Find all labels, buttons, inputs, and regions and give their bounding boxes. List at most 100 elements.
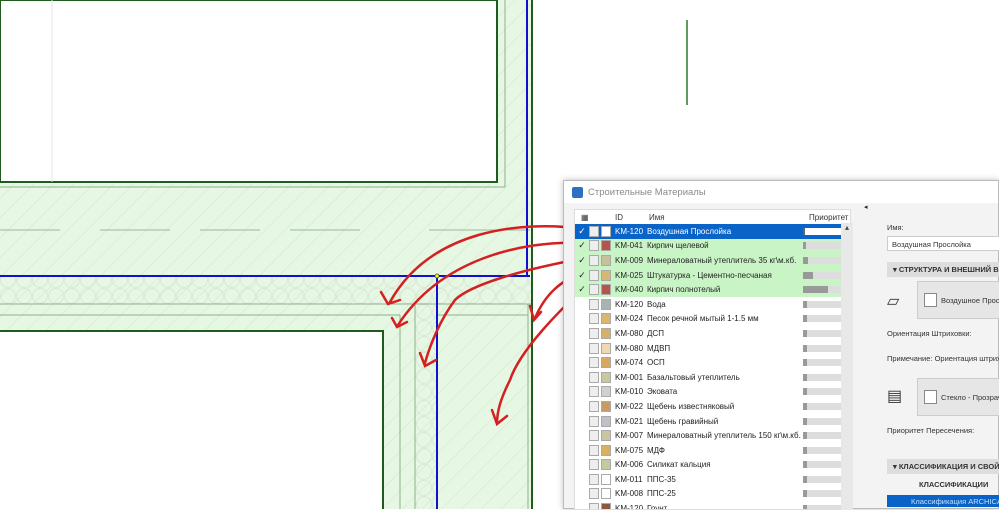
check-icon[interactable]: ✓ — [575, 255, 589, 266]
material-id: KM-075 — [615, 445, 644, 455]
priority-bar[interactable] — [803, 373, 843, 381]
priority-bar[interactable] — [803, 271, 843, 279]
priority-bar[interactable] — [803, 329, 843, 337]
priority-bar[interactable] — [803, 417, 843, 425]
material-name: МДВП — [647, 343, 671, 353]
material-row[interactable]: KM-080 МДВП — [575, 341, 850, 356]
material-row[interactable]: ✓ KM-025 Штукатурка - Цементно-песчаная — [575, 267, 850, 283]
material-name: Воздушная Прослойка — [647, 226, 732, 236]
material-row[interactable]: KM-074 ОСП — [575, 355, 850, 370]
priority-bar[interactable] — [803, 344, 843, 352]
column-priority[interactable]: Приоритет — [809, 213, 848, 222]
hatch-swatch — [589, 415, 599, 427]
color-swatch — [601, 459, 611, 471]
material-row[interactable]: KM-120 Вода — [575, 297, 850, 312]
surface-selector[interactable]: Стекло - Прозрачное — [917, 378, 999, 416]
color-swatch — [601, 240, 611, 252]
material-name: Вода — [647, 299, 666, 309]
material-name: ППС-35 — [647, 474, 676, 484]
color-swatch — [601, 269, 611, 281]
check-icon[interactable]: ✓ — [575, 270, 589, 281]
check-icon[interactable]: ✓ — [575, 284, 589, 295]
material-id: KM-080 — [615, 328, 644, 338]
priority-bar[interactable] — [803, 461, 843, 469]
priority-bar[interactable] — [803, 505, 843, 509]
material-id: KM-006 — [615, 460, 644, 470]
priority-bar[interactable] — [803, 315, 843, 323]
material-row[interactable]: KM-080 ДСП — [575, 326, 850, 341]
priority-bar[interactable] — [803, 402, 843, 410]
material-name: Грунт — [647, 504, 668, 510]
hatch-orientation-label: Ориентация Штриховки: — [887, 329, 972, 338]
material-id: KM-080 — [615, 343, 644, 353]
priority-bar[interactable] — [803, 446, 843, 454]
scroll-up-icon[interactable]: ▴ — [841, 223, 853, 232]
color-swatch — [601, 298, 611, 310]
archicad-logo-icon — [572, 186, 583, 198]
section-structure[interactable]: ▾ СТРУКТУРА И ВНЕШНИЙ ВИД — [887, 262, 999, 277]
hatch-swatch — [589, 459, 599, 471]
material-row[interactable]: KM-008 ППС-25 — [575, 487, 850, 502]
hatch-column-icon[interactable]: ▦ — [575, 213, 615, 222]
color-swatch — [601, 327, 611, 339]
material-id: KM-024 — [615, 314, 644, 324]
material-row[interactable]: ✓ KM-040 Кирпич полнотелый — [575, 282, 850, 297]
room-bottom-left — [0, 330, 384, 509]
material-row[interactable]: KM-024 Песок речной мытый 1-1.5 мм — [575, 312, 850, 327]
dialog-titlebar[interactable]: Строительные Материалы — [564, 181, 998, 203]
material-row[interactable]: ✓ KM-009 Минераловатный утеплитель 35 кг… — [575, 253, 850, 268]
collapse-panel-icon[interactable]: ◂ — [864, 203, 868, 211]
priority-bar[interactable] — [803, 227, 843, 235]
color-swatch — [601, 313, 611, 325]
material-name: Силикат кальция — [647, 460, 711, 470]
priority-bar[interactable] — [803, 388, 843, 396]
material-row[interactable]: KM-021 Щебень гравийный — [575, 414, 850, 429]
material-row[interactable]: KM-075 МДФ — [575, 443, 850, 458]
name-input[interactable]: Воздушная Прослойка — [887, 236, 999, 251]
priority-bar[interactable] — [803, 242, 843, 250]
material-row[interactable]: KM-001 Базальтовый утеплитель — [575, 370, 850, 385]
check-icon[interactable]: ✓ — [575, 226, 589, 237]
priority-bar[interactable] — [803, 432, 843, 440]
materials-list: ▦ ID Имя Приоритет ✓ KM-120 Воздушная Пр… — [574, 209, 851, 510]
hatch-swatch — [589, 400, 599, 412]
priority-bar[interactable] — [803, 490, 843, 498]
material-id: KM-022 — [615, 401, 644, 411]
color-swatch — [601, 371, 611, 383]
material-row[interactable]: KM-010 Эковата — [575, 385, 850, 400]
priority-bar[interactable] — [803, 300, 843, 308]
material-row[interactable]: ✓ KM-041 Кирпич щелевой — [575, 238, 850, 254]
material-id: KM-120 — [615, 226, 644, 236]
material-name: Щебень гравийный — [647, 416, 719, 426]
list-scrollbar[interactable]: ▴ — [841, 223, 853, 510]
name-label: Имя: — [887, 223, 904, 232]
column-name[interactable]: Имя — [649, 213, 809, 222]
priority-bar[interactable] — [803, 475, 843, 483]
material-id: KM-120 — [615, 504, 644, 510]
priority-bar[interactable] — [803, 286, 843, 294]
color-swatch — [601, 357, 611, 369]
material-name: МДФ — [647, 445, 665, 455]
section-classification[interactable]: ▾ КЛАССИФИКАЦИЯ И СВОЙСТВА — [887, 459, 999, 474]
dialog-title: Строительные Материалы — [588, 186, 706, 198]
hatch-swatch — [589, 298, 599, 310]
material-id: KM-009 — [615, 255, 644, 265]
hatch-swatch — [589, 269, 599, 281]
priority-bar[interactable] — [803, 256, 843, 264]
material-name: ОСП — [647, 358, 665, 368]
column-id[interactable]: ID — [615, 213, 649, 222]
material-row[interactable]: KM-011 ППС-35 — [575, 472, 850, 487]
material-row[interactable]: KM-006 Силикат кальция — [575, 458, 850, 473]
cut-fill-selector[interactable]: Воздушное Пространство — [917, 281, 999, 319]
color-swatch — [601, 473, 611, 485]
hatch-swatch — [589, 254, 599, 266]
material-name: Кирпич щелевой — [647, 241, 709, 251]
check-icon[interactable]: ✓ — [575, 240, 589, 251]
color-swatch — [601, 488, 611, 500]
material-id: KM-011 — [615, 474, 643, 484]
priority-bar[interactable] — [803, 359, 843, 367]
material-row[interactable]: KM-022 Щебень известняковый — [575, 399, 850, 414]
classification-item[interactable]: Классификация ARCHICAD — [887, 495, 999, 507]
material-row[interactable]: KM-007 Минераловатный утеплитель 150 кг\… — [575, 428, 850, 443]
material-row[interactable]: ✓ KM-120 Воздушная Прослойка — [575, 224, 850, 239]
